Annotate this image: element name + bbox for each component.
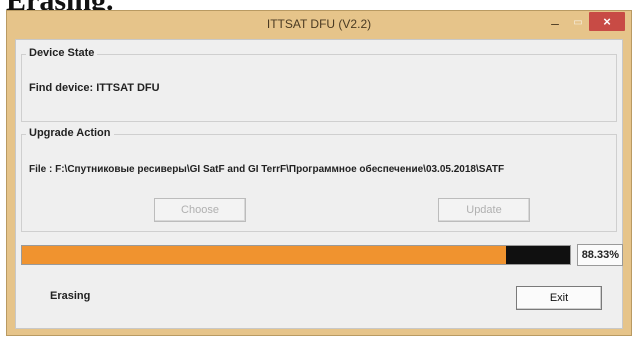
- device-state-title: Device State: [26, 47, 98, 59]
- maximize-icon[interactable]: ▭: [567, 14, 589, 32]
- dialog-client-area: Device State Find device: ITTSAT DFU Upg…: [15, 39, 623, 329]
- status-text: Erasing: [50, 290, 91, 302]
- close-icon[interactable]: ×: [589, 12, 625, 31]
- window-title: ITTSAT DFU (V2.2): [266, 17, 372, 31]
- progress-bar: [21, 245, 571, 265]
- exit-button[interactable]: Exit: [516, 286, 602, 310]
- progress-fill: [22, 246, 507, 264]
- upgrade-action-title: Upgrade Action: [26, 127, 114, 139]
- minimize-icon[interactable]: –: [543, 14, 567, 32]
- progress-percent: 88.33%: [577, 244, 623, 266]
- find-device-text: Find device: ITTSAT DFU: [29, 82, 160, 94]
- dfu-window: ITTSAT DFU (V2.2) – ▭ × Device State Fin…: [6, 10, 632, 336]
- device-state-group: Device State Find device: ITTSAT DFU: [21, 47, 617, 122]
- update-button[interactable]: Update: [438, 198, 530, 222]
- upgrade-action-group: Upgrade Action File : F:\Спутниковые рес…: [21, 127, 617, 232]
- file-path-text: File : F:\Спутниковые ресиверы\GI SatF a…: [29, 164, 505, 175]
- choose-button[interactable]: Choose: [154, 198, 246, 222]
- title-bar[interactable]: ITTSAT DFU (V2.2) – ▭ ×: [7, 11, 631, 39]
